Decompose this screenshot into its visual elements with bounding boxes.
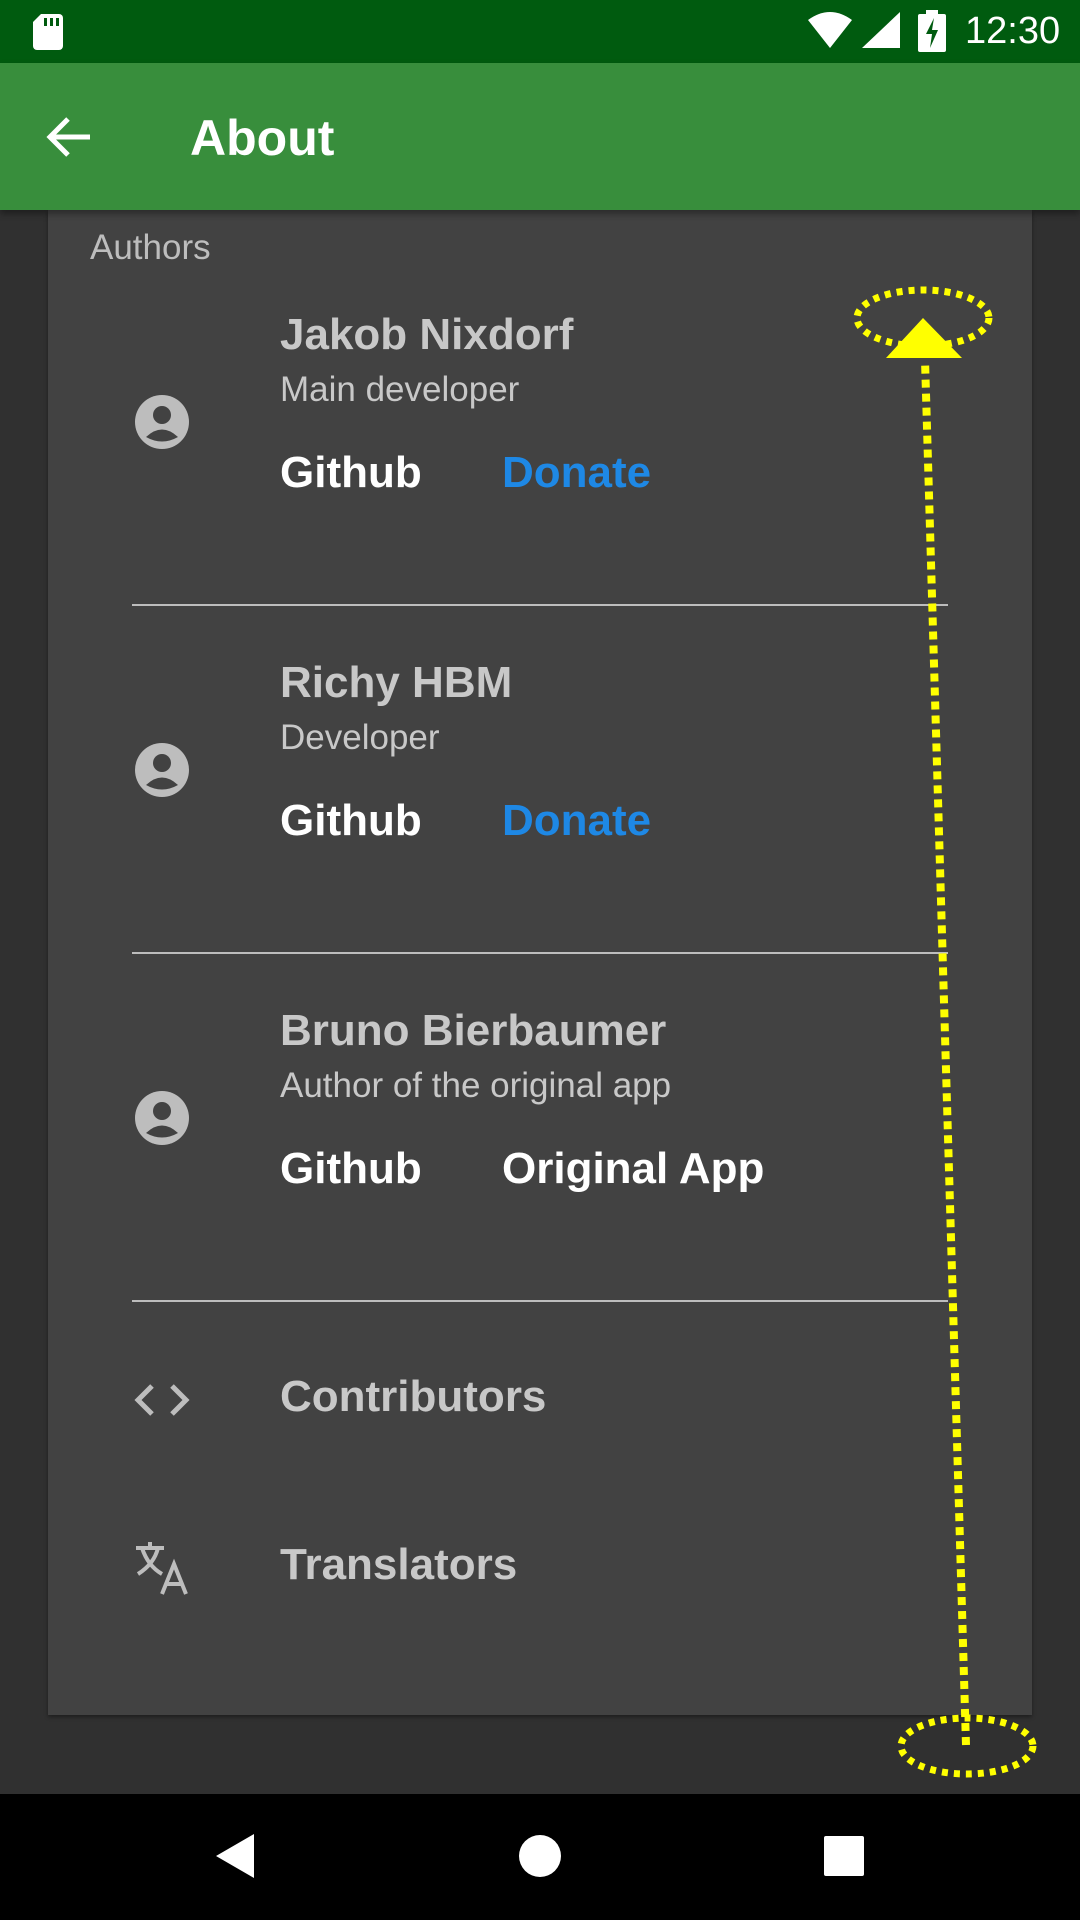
- divider: [132, 1300, 948, 1302]
- app-bar: About: [0, 63, 1080, 210]
- author-role: Author of the original app: [280, 1066, 672, 1105]
- author-item-jakob-nixdorf: Jakob Nixdorf Main developer Github Dona…: [48, 258, 1032, 606]
- recents-square-icon[interactable]: [814, 1826, 874, 1886]
- author-item-bruno-bierbaumer: Bruno Bierbaumer Author of the original …: [48, 954, 1032, 1302]
- translators-label: Translators: [280, 1540, 518, 1589]
- author-name: Bruno Bierbaumer: [280, 1006, 667, 1055]
- author-name: Jakob Nixdorf: [280, 310, 574, 359]
- navigation-bar: [0, 1794, 1080, 1920]
- back-triangle-icon[interactable]: [206, 1826, 266, 1886]
- donate-link[interactable]: Donate: [502, 796, 651, 846]
- signal-icon: [862, 12, 900, 48]
- github-link[interactable]: Github: [280, 1144, 422, 1194]
- contributors-label: Contributors: [280, 1372, 547, 1421]
- sd-card-icon: [33, 14, 63, 50]
- author-item-richy-hbm: Richy HBM Developer Github Donate: [48, 606, 1032, 954]
- authors-card: Authors Jakob Nixdorf Main developer Git…: [48, 210, 1032, 1715]
- github-link[interactable]: Github: [280, 796, 422, 846]
- home-circle-icon[interactable]: [510, 1826, 570, 1886]
- account-circle-icon: [135, 1091, 189, 1145]
- battery-charging-icon: [918, 10, 946, 52]
- author-name: Richy HBM: [280, 658, 513, 707]
- original-app-link[interactable]: Original App: [502, 1144, 764, 1194]
- contributors-row[interactable]: Contributors: [48, 1322, 1032, 1472]
- author-role: Main developer: [280, 370, 520, 409]
- page-title: About: [190, 110, 335, 166]
- translate-icon: [136, 1542, 188, 1595]
- arrow-back-icon[interactable]: [44, 111, 96, 163]
- author-role: Developer: [280, 718, 440, 757]
- status-time: 12:30: [965, 10, 1061, 52]
- account-circle-icon: [135, 395, 189, 449]
- account-circle-icon: [135, 743, 189, 797]
- donate-link[interactable]: Donate: [502, 448, 651, 498]
- translators-row[interactable]: Translators: [48, 1490, 1032, 1640]
- wifi-icon: [808, 12, 852, 48]
- github-link[interactable]: Github: [280, 448, 422, 498]
- status-bar: 12:30: [0, 0, 1080, 63]
- code-icon: [134, 1384, 190, 1416]
